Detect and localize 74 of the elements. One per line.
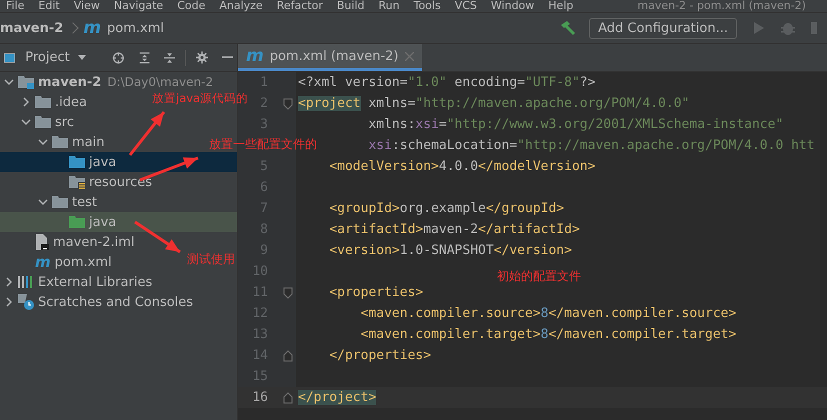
menu-item[interactable]: Refactor [276,0,323,12]
tree-item[interactable]: External Libraries [4,274,152,290]
breadcrumb[interactable]: maven-2 [0,20,64,36]
tree-item[interactable]: Scratches and Consoles [4,294,194,310]
code-line: <maven.compiler.source>8</maven.compiler.source> [360,306,736,321]
breadcrumb[interactable]: pom.xml [107,20,164,36]
tree-item[interactable]: maven-2.iml [21,234,135,250]
scratches-icon [18,294,34,310]
fold-icon[interactable] [283,286,293,298]
locate-icon[interactable] [112,50,125,66]
fold-icon[interactable] [283,98,293,110]
code-line: <version>1.0-SNAPSHOT</version> [329,243,572,258]
maven-icon: m [83,20,102,36]
chevron-icon[interactable] [38,197,48,207]
settings-icon[interactable] [196,50,208,65]
annotation-text: 测试使用 [187,252,235,266]
code-line: <maven.compiler.target>8</maven.compiler.target> [360,327,736,342]
tree-item[interactable]: resources [55,174,152,190]
code-line: <project xmlns="http://maven.apache.org/POM/4.0.0" [298,96,690,111]
code-line: </properties> [329,348,432,363]
menu-item[interactable]: Help [548,0,574,12]
folder-icon [69,175,85,189]
code-line: xsi:schemaLocation="http://maven.apache.org/POM/4.0.0 htt [368,138,815,153]
folder-icon [69,155,85,169]
libraries-icon [18,275,34,289]
collapse-all-icon[interactable] [164,50,175,64]
code-line: xmlns:xsi="http://www.w3.org/2001/XMLSchema-instance" [368,117,784,132]
annotation-text: 放置java源代码的 [152,91,248,105]
folder-icon [52,135,68,149]
hammer-icon[interactable] [559,19,578,37]
folder-icon [52,195,68,209]
maven-icon: m [246,48,264,64]
annotation-text: 初始的配置文件 [497,269,581,283]
folder-icon [35,95,51,109]
folder-icon [69,215,85,229]
tree-item[interactable]: m pom.xml [21,254,112,270]
fold-icon[interactable] [283,350,293,362]
expand-all-icon[interactable] [138,50,150,64]
tree-item[interactable]: .idea [21,94,87,110]
menu-item[interactable]: Navigate [114,0,164,12]
menu-item[interactable]: Analyze [219,0,263,12]
tree-item[interactable]: main [38,134,104,150]
code-line: <groupId>org.example</groupId> [329,201,564,216]
minimize-icon[interactable] [222,56,233,59]
menu-item[interactable]: VCS [454,0,477,12]
code-line: <properties> [329,285,424,300]
module-folder-icon [18,75,34,89]
menu-item[interactable]: File [6,0,24,12]
window-title: maven-2 - pom.xml (maven-2) [637,0,806,12]
menu-item[interactable]: Window [490,0,534,12]
tree-item[interactable]: java [55,154,116,170]
menu-item[interactable]: Run [378,0,400,12]
tree-item[interactable]: maven-2 D:\Day0\maven-2 [4,74,214,90]
menu-item[interactable]: Edit [38,0,60,12]
panel-icon [4,52,16,64]
line-number: 16 [252,390,268,404]
code-line: <modelVersion>4.0.0</modelVersion> [329,159,596,174]
folder-icon [35,115,51,129]
menu-item[interactable]: Tools [414,0,441,12]
add-configuration-button[interactable]: Add Configuration... [589,18,737,38]
file-icon [35,234,49,250]
project-view-dropdown[interactable]: Project [21,50,90,65]
editor-tab[interactable]: m pom.xml (maven-2) [238,44,422,71]
annotation-text: 放置一些配置文件的 [209,137,317,151]
code-line: <artifactId>maven-2</artifactId> [329,222,580,237]
tree-item[interactable]: java [55,214,116,230]
fold-icon[interactable] [283,392,293,404]
menu-item[interactable]: Code [177,0,206,12]
tree-item[interactable]: src [21,114,74,130]
maven-icon: m [35,254,51,270]
menu-item[interactable]: View [74,0,100,12]
tree-item[interactable]: test [38,194,97,210]
menu-item[interactable]: Build [336,0,364,12]
code-line: <?xml version="1.0" encoding="UTF-8"?> [298,75,596,90]
